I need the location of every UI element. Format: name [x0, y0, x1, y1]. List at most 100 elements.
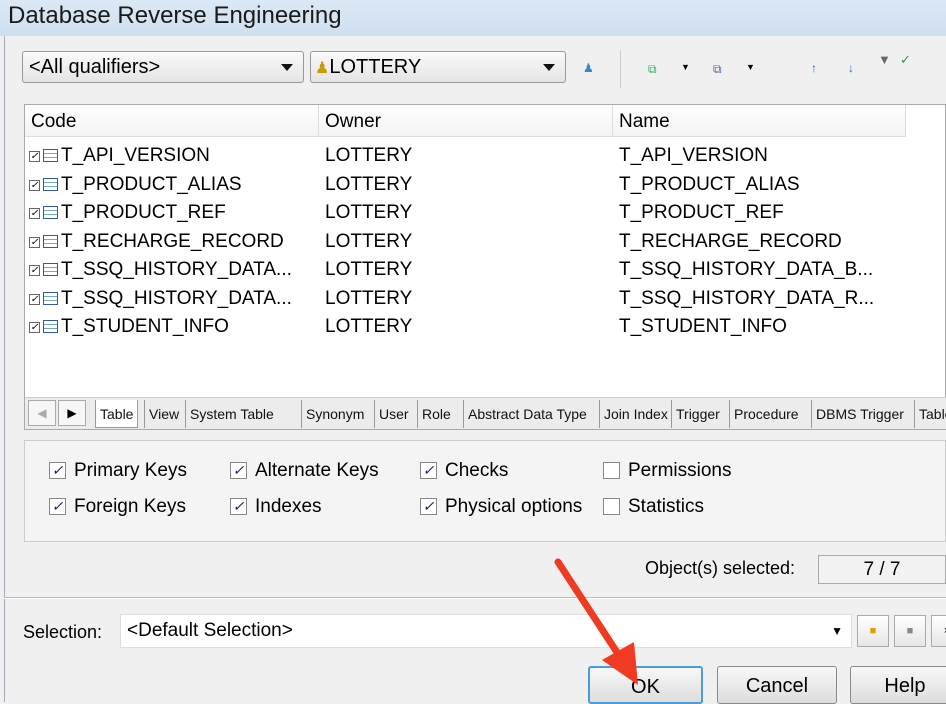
column-header-name[interactable]: Name — [613, 105, 906, 137]
selection-label: Selection: — [23, 622, 103, 642]
tab-table[interactable]: Table — [95, 400, 139, 428]
row-code: T_SSQ_HISTORY_DATA... — [61, 259, 292, 280]
table-icon — [43, 263, 58, 276]
move-down-icon[interactable]: ↓ — [848, 61, 854, 75]
row-code: T_SSQ_HISTORY_DATA... — [61, 287, 292, 309]
checkbox[interactable]: ✓ — [49, 498, 66, 515]
cancel-button[interactable]: Cancel — [717, 666, 837, 704]
table-icon — [43, 234, 58, 248]
checkbox[interactable]: ✓ — [420, 498, 437, 515]
tab-tablespa[interactable]: Tablespa — [914, 400, 946, 428]
table-icon — [43, 177, 58, 191]
row-code: T_API_VERSION — [61, 145, 210, 166]
owner-value: LOTTERY — [329, 56, 422, 78]
checkbox[interactable]: ✓ — [420, 462, 437, 479]
user-icon: ♟ — [315, 60, 330, 77]
option-label: Indexes — [255, 496, 322, 517]
qualifier-value: <All qualifiers> — [29, 56, 161, 78]
option-label: Primary Keys — [74, 460, 187, 481]
tab-dbms-trigger[interactable]: DBMS Trigger — [811, 400, 908, 428]
checkbox[interactable]: ✓ — [29, 236, 40, 248]
close-selection-button[interactable]: × — [931, 615, 946, 647]
chevron-down-icon — [543, 64, 555, 77]
row-name: T_SSQ_HISTORY_DATA_R... — [619, 287, 875, 309]
tab-join-index[interactable]: Join Index — [599, 400, 672, 428]
checkbox[interactable]: ✓ — [29, 265, 40, 276]
owner-icon[interactable]: ♟ — [583, 61, 594, 75]
row-code: T_STUDENT_INFO — [61, 316, 229, 337]
tab-scroll-left-button[interactable]: ◀ — [28, 400, 56, 426]
checkbox[interactable]: ✓ — [29, 151, 40, 162]
separator — [4, 597, 946, 599]
save-button[interactable]: ■ — [894, 615, 926, 647]
object-type-tabs: ◀ ▶ Table View System Table Synonym User Role… — [25, 397, 946, 429]
row-code: T_PRODUCT_REF — [61, 202, 226, 223]
row-code: T_RECHARGE_RECORD — [61, 230, 284, 252]
selection-dropdown[interactable]: <Default Selection> ▼ — [120, 614, 852, 648]
table-row[interactable]: ✓ T_STUDENT_INFO LOTTERY T_STUDENT_INFO — [29, 314, 929, 342]
tab-user[interactable]: User — [374, 400, 413, 428]
tab-trigger[interactable]: Trigger — [671, 400, 724, 428]
option-label: Alternate Keys — [255, 460, 379, 481]
table-row[interactable]: ✓ T_SSQ_HISTORY_DATA... LOTTERY T_SSQ_HI… — [29, 257, 929, 285]
row-owner: LOTTERY — [325, 259, 413, 280]
row-owner: LOTTERY — [325, 173, 413, 195]
checkbox[interactable] — [603, 462, 620, 479]
row-name: T_SSQ_HISTORY_DATA_B... — [619, 259, 874, 280]
checkbox[interactable]: ✓ — [29, 179, 40, 191]
row-owner: LOTTERY — [325, 145, 413, 166]
checkbox[interactable]: ✓ — [49, 462, 66, 479]
open-folder-button[interactable]: ■ — [857, 615, 889, 647]
checkbox[interactable]: ✓ — [29, 322, 40, 333]
window-title: Database Reverse Engineering — [0, 0, 946, 36]
column-header-owner[interactable]: Owner — [319, 105, 613, 137]
chevron-down-icon — [281, 64, 293, 77]
column-header-code[interactable]: Code — [25, 105, 319, 137]
table-row[interactable]: ✓ T_PRODUCT_REF LOTTERY T_PRODUCT_REF — [29, 200, 929, 228]
tab-role[interactable]: Role — [417, 400, 455, 428]
table-row[interactable]: ✓ T_PRODUCT_ALIAS LOTTERY T_PRODUCT_ALIA… — [29, 172, 929, 200]
row-owner: LOTTERY — [325, 287, 413, 309]
tab-system-table[interactable]: System Table — [185, 400, 278, 428]
table-row[interactable]: ✓ T_API_VERSION LOTTERY T_API_VERSION — [29, 143, 929, 171]
selection-value: <Default Selection> — [127, 620, 293, 641]
table-icon — [43, 291, 58, 305]
tab-view[interactable]: View — [144, 400, 183, 428]
filter-edit-icon[interactable]: ▼ — [878, 52, 891, 67]
option-label: Checks — [445, 460, 509, 481]
checkbox[interactable]: ✓ — [29, 293, 40, 305]
tab-synonym[interactable]: Synonym — [301, 400, 368, 428]
chevron-down-icon[interactable]: ▼ — [681, 62, 690, 72]
checkbox[interactable] — [603, 498, 620, 515]
options-group: ✓ Primary Keys ✓ Alternate Keys ✓ Checks Permi… — [24, 440, 946, 542]
object-list[interactable]: Code Owner Name ✓ T_API_VERSION LOTTERY … — [24, 104, 946, 430]
annotation-arrow — [554, 558, 638, 685]
filter-apply-icon[interactable]: ✓ — [900, 52, 911, 68]
row-name: T_PRODUCT_REF — [619, 202, 784, 223]
help-button[interactable]: Help — [850, 666, 946, 704]
deselect-all-icon[interactable]: ⧉ — [713, 62, 722, 77]
objects-selected-label: Object(s) selected: — [645, 558, 796, 578]
option-label: Physical options — [445, 496, 583, 517]
toolbar-divider — [620, 50, 621, 88]
chevron-down-icon: ▼ — [831, 624, 843, 638]
table-row[interactable]: ✓ T_RECHARGE_RECORD LOTTERY T_RECHARGE_R… — [29, 229, 929, 257]
tab-procedure[interactable]: Procedure — [729, 400, 803, 428]
option-label: Foreign Keys — [74, 496, 186, 517]
qualifier-dropdown[interactable]: <All qualifiers> — [22, 51, 304, 83]
table-icon — [43, 149, 58, 162]
tab-abstract-data-type[interactable]: Abstract Data Type — [463, 400, 591, 428]
checkbox[interactable]: ✓ — [29, 208, 40, 219]
row-code: T_PRODUCT_ALIAS — [61, 173, 242, 195]
option-label: Statistics — [628, 496, 705, 517]
tab-scroll-right-button[interactable]: ▶ — [58, 400, 86, 426]
row-owner: LOTTERY — [325, 316, 413, 337]
table-icon — [43, 206, 58, 219]
owner-dropdown[interactable]: ♟LOTTERY — [310, 51, 566, 83]
checkbox[interactable]: ✓ — [230, 462, 247, 479]
select-all-icon[interactable]: ⧉ — [648, 62, 657, 77]
table-row[interactable]: ✓ T_SSQ_HISTORY_DATA... LOTTERY T_SSQ_HI… — [29, 286, 929, 314]
checkbox[interactable]: ✓ — [230, 498, 247, 515]
move-up-icon[interactable]: ↑ — [811, 61, 817, 75]
chevron-down-icon[interactable]: ▼ — [746, 62, 755, 72]
